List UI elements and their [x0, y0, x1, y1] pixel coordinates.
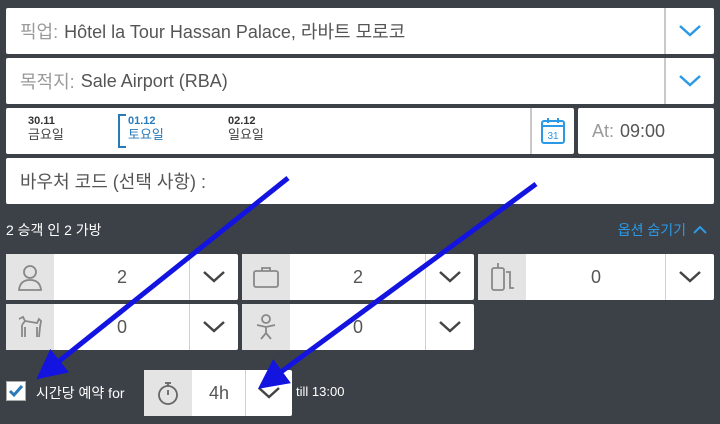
arrow-to-duration-dropdown	[257, 181, 538, 389]
annotation-arrows	[36, 176, 538, 389]
arrow-to-hourly-checkbox	[36, 176, 290, 380]
